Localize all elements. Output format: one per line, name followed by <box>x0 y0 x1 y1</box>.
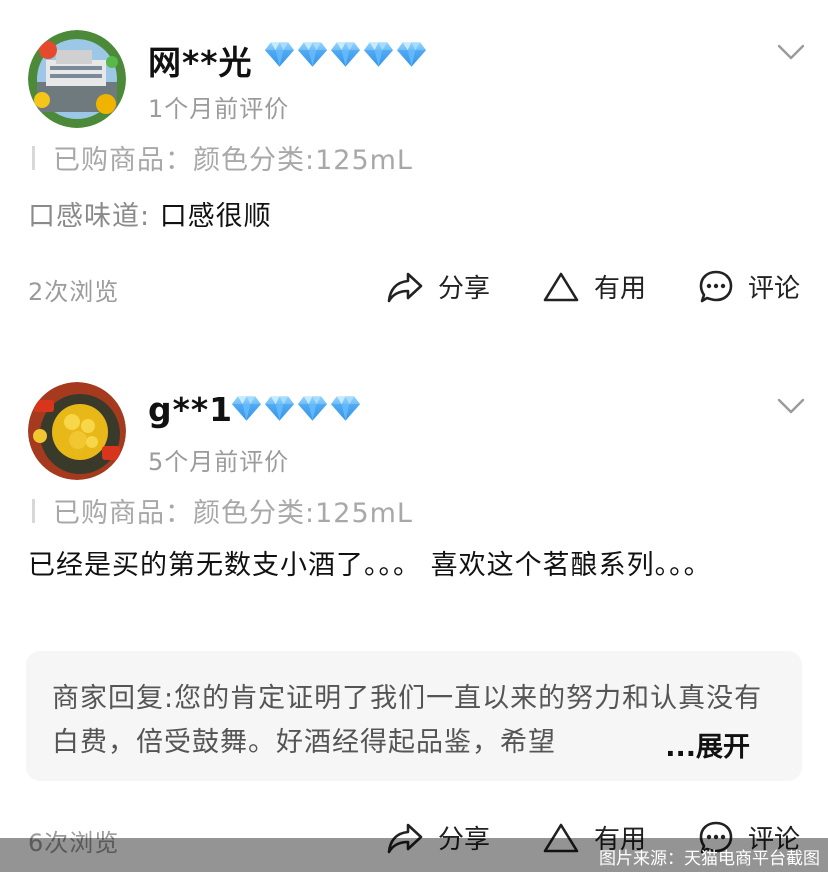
watermark-text: 图片来源：天猫电商平台截图 <box>599 849 820 869</box>
taste-value: 口感很顺 <box>159 201 272 232</box>
view-count: 2次浏览 <box>28 278 120 306</box>
diamond-icon <box>396 40 427 68</box>
taste-line: 口感味道: 口感很顺 <box>28 194 272 233</box>
purchased-spec: 已购商品：颜色分类:125mL <box>28 491 413 530</box>
spec-divider <box>32 145 35 170</box>
useful-button[interactable]: 有用 <box>542 268 646 305</box>
diamond-icon <box>363 40 394 68</box>
diamond-icon <box>297 40 328 68</box>
diamond-icon <box>330 394 361 422</box>
vip-level-badge <box>231 394 361 422</box>
diamond-icon <box>231 394 262 422</box>
diamond-icon <box>264 394 295 422</box>
avatar-image <box>28 382 126 480</box>
share-button[interactable]: 分享 <box>386 268 490 305</box>
expand-link[interactable]: ...展开 <box>661 725 750 764</box>
review-content: 已经是买的第无数支小酒了。。。 喜欢这个茗酿系列。。。 <box>28 550 712 581</box>
comment-label: 评论 <box>748 274 801 304</box>
review-time: 5个月前评价 <box>148 448 290 476</box>
triangle-useful-icon <box>543 272 579 301</box>
comment-bubble-icon <box>699 270 733 302</box>
share-icon <box>387 272 423 302</box>
comment-button[interactable]: 评论 <box>698 268 800 305</box>
chevron-down-icon[interactable] <box>776 42 806 62</box>
review-time: 1个月前评价 <box>148 95 290 123</box>
avatar[interactable] <box>28 30 126 128</box>
spec-text: 已购商品：颜色分类:125mL <box>53 498 413 529</box>
avatar[interactable] <box>28 382 126 480</box>
username[interactable]: 网**光 <box>148 36 253 84</box>
taste-label: 口感味道: <box>28 201 160 232</box>
spec-divider <box>32 498 35 523</box>
merchant-reply[interactable]: 商家回复:您的肯定证明了我们一直以来的努力和认真没有白费，倍受鼓舞。好酒经得起品… <box>26 651 802 781</box>
spec-text: 已购商品：颜色分类:125mL <box>53 145 413 176</box>
useful-label: 有用 <box>594 274 647 304</box>
purchased-spec: 已购商品：颜色分类:125mL <box>28 138 413 177</box>
chevron-down-icon[interactable] <box>776 396 806 416</box>
diamond-icon <box>264 40 295 68</box>
image-source-watermark: 图片来源：天猫电商平台截图 <box>0 838 828 872</box>
username[interactable]: g**1 <box>148 390 233 429</box>
share-label: 分享 <box>438 274 491 304</box>
diamond-icon <box>297 394 328 422</box>
avatar-image <box>28 30 126 128</box>
vip-level-badge <box>264 40 427 68</box>
diamond-icon <box>330 40 361 68</box>
